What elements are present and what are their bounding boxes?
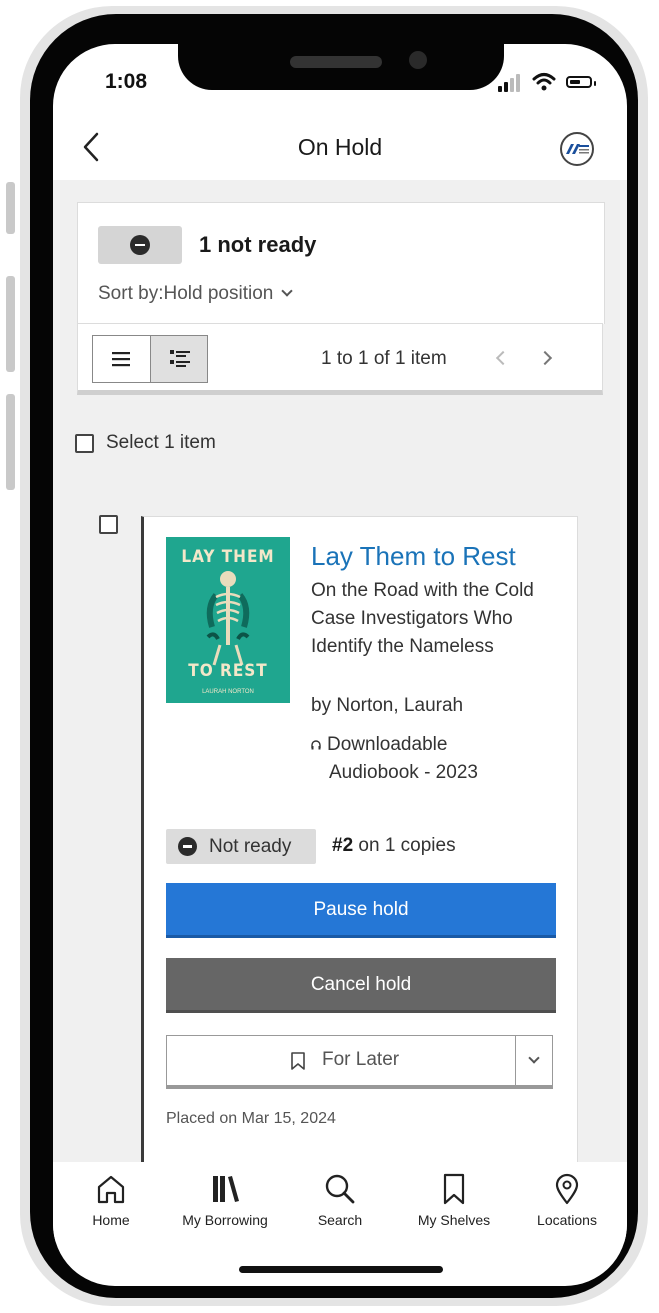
- phone-screen: 1:08 On Hold 1 not ready Sort by:Hold po…: [53, 44, 627, 1286]
- select-all-checkbox[interactable]: [75, 433, 94, 453]
- book-author: by Norton, Laurah: [311, 695, 464, 716]
- detailed-view-button[interactable]: [149, 336, 207, 382]
- status-icons: [498, 72, 608, 92]
- book-cover[interactable]: LAY THEM TO REST LAURAH NORTON: [166, 537, 290, 703]
- select-all-label: Select 1 item: [106, 432, 216, 453]
- signal-bar: [504, 82, 508, 92]
- queue-copies: on 1 copies: [353, 835, 456, 856]
- shelf-selector: For Later: [166, 1035, 553, 1089]
- signal-bar: [516, 74, 520, 92]
- content-area: 1 not ready Sort by:Hold position 1 to 1…: [53, 180, 627, 1162]
- wifi-icon: [532, 73, 556, 91]
- phone-side-button: [6, 182, 15, 234]
- format-line2: Audiobook - 2023: [329, 762, 478, 783]
- chevron-down-icon: [528, 1052, 540, 1064]
- books-icon: [213, 1176, 239, 1202]
- nav-locations[interactable]: Locations: [531, 1172, 603, 1228]
- minus-circle-icon: [178, 837, 197, 856]
- book-subtitle: On the Road with the Cold Case Investiga…: [311, 580, 534, 657]
- results-toolbar: 1 to 1 of 1 item: [77, 323, 603, 395]
- not-ready-filter[interactable]: [98, 226, 182, 264]
- queue-number: #2: [332, 835, 354, 856]
- previous-page-button[interactable]: [495, 350, 511, 366]
- home-icon: [97, 1175, 125, 1204]
- format-line1: Downloadable: [327, 734, 448, 755]
- nav-label: Home: [92, 1212, 130, 1228]
- skeleton-illustration: [206, 571, 250, 666]
- compact-view-button[interactable]: [93, 336, 150, 382]
- chevron-down-icon: [281, 285, 293, 297]
- nav-label: Search: [317, 1212, 363, 1228]
- for-later-button[interactable]: For Later: [167, 1036, 516, 1086]
- book-format: Downloadable Audiobook - 2023: [311, 731, 561, 787]
- search-icon: [325, 1174, 355, 1204]
- cover-title-line1: LAY THEM: [181, 547, 275, 567]
- sort-dropdown[interactable]: Sort by:Hold position: [98, 283, 293, 305]
- top-bar: On Hold: [53, 114, 627, 181]
- nav-my-shelves[interactable]: My Shelves: [411, 1172, 497, 1228]
- nav-label: Locations: [537, 1212, 597, 1228]
- library-logo-icon[interactable]: [560, 132, 594, 166]
- sort-label: Sort by:: [98, 283, 164, 304]
- cover-author: LAURAH NORTON: [202, 689, 254, 695]
- phone-notch: [178, 44, 504, 90]
- bottom-nav: Home My Borrowing Search My Shelves Loca…: [53, 1162, 627, 1242]
- hold-status-text: Not ready: [209, 836, 292, 857]
- nav-label: My Shelves: [417, 1212, 491, 1228]
- pause-hold-button[interactable]: Pause hold: [166, 883, 556, 938]
- nav-my-borrowing[interactable]: My Borrowing: [173, 1172, 277, 1228]
- placed-date: Placed on Mar 15, 2024: [166, 1110, 336, 1127]
- signal-icon: [498, 86, 502, 92]
- hold-summary-panel: 1 not ready Sort by:Hold position: [77, 202, 605, 324]
- next-page-button[interactable]: [537, 350, 553, 366]
- status-time: 1:08: [105, 70, 148, 93]
- front-camera: [409, 51, 427, 69]
- hold-item-card: LAY THEM TO REST LAURAH NORTON Lay Them …: [141, 516, 578, 1162]
- view-toggle: [92, 335, 208, 383]
- home-indicator[interactable]: [239, 1266, 443, 1273]
- battery-tip: [594, 81, 596, 86]
- queue-position: #2 on 1 copies: [332, 835, 456, 857]
- phone-volume-up-button: [6, 276, 15, 372]
- shelf-dropdown-button[interactable]: [516, 1036, 552, 1086]
- cancel-hold-button[interactable]: Cancel hold: [166, 958, 556, 1013]
- list-icon: [112, 352, 130, 367]
- speaker-grille: [290, 56, 382, 68]
- for-later-label: For Later: [322, 1049, 400, 1070]
- page-title: On Hold: [297, 134, 383, 160]
- select-all-row[interactable]: Select 1 item: [75, 432, 216, 454]
- paging-summary: 1 to 1 of 1 item: [321, 348, 447, 369]
- not-ready-count: 1 not ready: [199, 232, 317, 257]
- nav-home[interactable]: Home: [87, 1172, 135, 1228]
- battery-icon: [566, 76, 592, 88]
- item-checkbox[interactable]: [99, 515, 118, 534]
- detailed-list-icon: [169, 350, 190, 367]
- phone-volume-down-button: [6, 394, 15, 490]
- sort-value: Hold position: [163, 283, 274, 304]
- headphones-icon: [311, 740, 321, 750]
- cover-title-line2: TO REST: [188, 661, 268, 681]
- location-pin-icon: [555, 1173, 579, 1205]
- library-logo-mark: [566, 144, 589, 154]
- book-title-link[interactable]: Lay Them to Rest: [311, 541, 516, 572]
- signal-bar: [510, 78, 514, 92]
- hold-status-badge: Not ready: [166, 829, 316, 864]
- nav-label: My Borrowing: [182, 1212, 268, 1228]
- bookmark-icon: [291, 1052, 305, 1070]
- nav-search[interactable]: Search: [313, 1172, 367, 1228]
- minus-circle-icon: [130, 235, 150, 255]
- bookmark-icon: [443, 1173, 465, 1205]
